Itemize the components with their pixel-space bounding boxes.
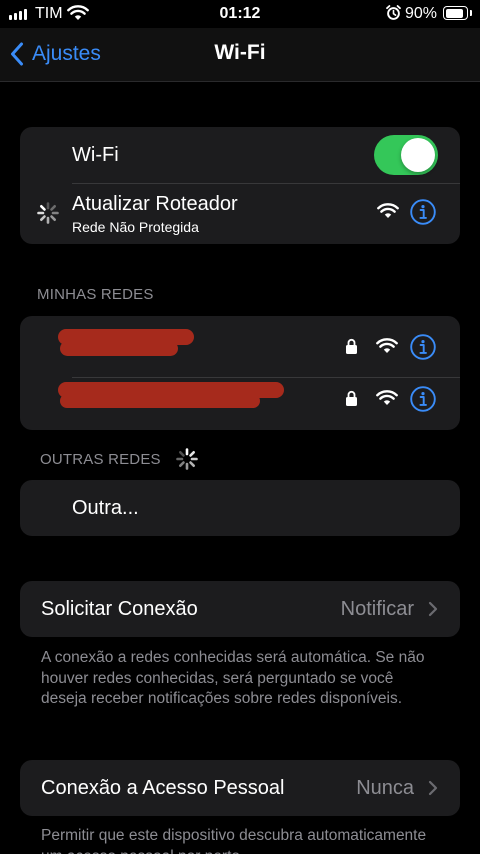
battery-level-fill	[445, 8, 463, 18]
current-network-name: Atualizar Roteador	[72, 193, 238, 215]
wifi-signal-icon	[377, 203, 399, 218]
ask-to-join-group: Solicitar Conexão Notificar	[20, 581, 460, 637]
hotspot-group: Conexão a Acesso Pessoal Nunca	[20, 760, 460, 816]
ask-to-join-row[interactable]: Solicitar Conexão Notificar	[20, 581, 460, 637]
lock-icon	[346, 390, 357, 406]
hotspot-footer: Permitir que este dispositivo descubra a…	[41, 827, 427, 854]
other-network-row[interactable]: Outra...	[20, 480, 460, 536]
network-row[interactable]	[20, 316, 460, 372]
my-networks-group	[20, 316, 460, 430]
redacted-network-name-part	[60, 341, 178, 356]
wifi-toggle-row: Wi-Fi	[20, 127, 460, 183]
wifi-signal-icon	[376, 390, 398, 405]
chevron-right-icon	[428, 601, 438, 617]
hotspot-label: Conexão a Acesso Pessoal	[41, 777, 285, 799]
status-bar: TIM 01:12 90%	[0, 0, 480, 28]
hotspot-value: Nunca	[356, 777, 414, 799]
page-title: Wi-Fi	[214, 41, 266, 64]
info-icon[interactable]	[410, 199, 436, 225]
alarm-icon	[386, 5, 401, 20]
loading-spinner-icon	[37, 202, 59, 224]
info-icon[interactable]	[410, 386, 436, 412]
current-network-row[interactable]: Atualizar Roteador Rede Não Protegida	[20, 184, 460, 244]
wifi-signal-icon	[376, 338, 398, 353]
network-row[interactable]	[20, 378, 460, 430]
lock-icon	[346, 338, 357, 354]
ask-to-join-footer: A conexão a redes conhecidas será automá…	[41, 649, 425, 707]
other-network-label: Outra...	[72, 497, 139, 519]
ask-to-join-value: Notificar	[340, 598, 414, 620]
hotspot-row[interactable]: Conexão a Acesso Pessoal Nunca	[20, 760, 460, 816]
loading-spinner-icon	[176, 448, 198, 470]
wifi-settings-group: Wi-Fi Atualizar Roteador Rede Não Proteg…	[20, 127, 460, 244]
battery-percentage: 90%	[405, 5, 438, 22]
info-icon[interactable]	[410, 334, 436, 360]
other-networks-group: Outra...	[20, 480, 460, 536]
other-networks-header: OUTRAS REDES	[40, 451, 161, 468]
chevron-right-icon	[428, 780, 438, 796]
wifi-toggle-label: Wi-Fi	[72, 144, 119, 166]
ask-to-join-label: Solicitar Conexão	[41, 598, 198, 620]
toggle-knob	[401, 138, 435, 172]
redacted-network-name-part	[60, 394, 260, 408]
current-network-subtitle: Rede Não Protegida	[72, 219, 199, 235]
battery-cap	[470, 10, 472, 16]
navigation-bar: Ajustes Wi-Fi	[0, 28, 480, 82]
wifi-toggle[interactable]	[374, 135, 438, 175]
my-networks-header: MINHAS REDES	[37, 286, 154, 303]
battery-icon	[443, 6, 468, 20]
